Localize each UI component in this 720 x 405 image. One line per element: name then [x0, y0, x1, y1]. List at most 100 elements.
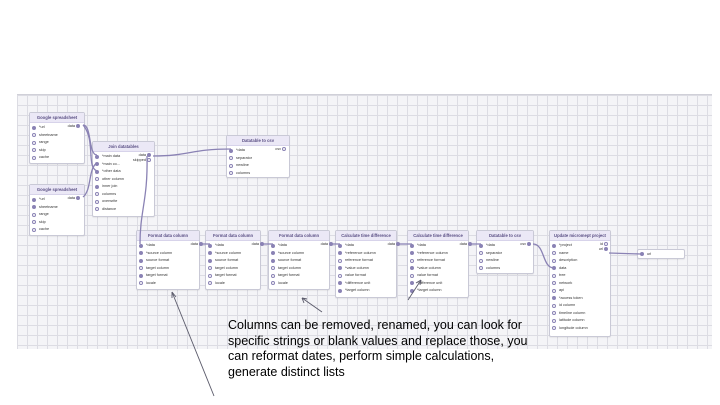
input-port-dot[interactable]	[32, 148, 36, 153]
input-port-row[interactable]: data	[550, 265, 610, 273]
input-port-dot[interactable]	[32, 220, 36, 225]
input-port-row[interactable]: *data	[477, 242, 533, 250]
input-port-dot[interactable]	[552, 266, 556, 271]
input-port-dot[interactable]	[271, 281, 275, 286]
input-port-dot[interactable]	[32, 125, 36, 130]
input-port-row[interactable]: sheetname	[30, 204, 84, 212]
input-port-row[interactable]: newline	[227, 162, 289, 170]
input-port-dot[interactable]	[139, 273, 143, 278]
input-port-row[interactable]: target column	[269, 265, 329, 273]
input-port-dot[interactable]	[32, 155, 36, 160]
input-port-dot[interactable]	[208, 243, 212, 248]
input-port-row[interactable]: *data	[137, 242, 199, 250]
input-port-dot[interactable]	[338, 273, 342, 278]
input-port-row[interactable]: distance	[93, 206, 154, 214]
input-port-dot[interactable]	[338, 258, 342, 263]
input-port-dot[interactable]	[271, 273, 275, 278]
input-port-row[interactable]: *url	[30, 196, 84, 204]
node-google-spreadsheet-2[interactable]: Google spreadsheet data *url sheetname ran…	[29, 184, 85, 236]
input-port-dot[interactable]	[271, 251, 275, 256]
node-format-data-column-3[interactable]: Format data column data *data *source col…	[268, 230, 333, 290]
input-port-row[interactable]: *source column	[269, 250, 329, 258]
input-port-row[interactable]: latitude column	[550, 317, 610, 325]
input-port-row[interactable]: *source column	[206, 250, 260, 258]
input-port-dot[interactable]	[139, 258, 143, 263]
input-port-dot[interactable]	[338, 243, 342, 248]
input-port-dot[interactable]	[32, 205, 36, 210]
input-port-dot[interactable]	[338, 251, 342, 256]
input-port-row[interactable]: *main co...	[93, 161, 154, 169]
node-datatable-to-csv-1[interactable]: Datatable to csv csv *data separator newli…	[226, 135, 290, 178]
input-port-dot[interactable]	[552, 326, 556, 331]
input-port-dot[interactable]	[552, 296, 556, 301]
node-update-project[interactable]: Update micromept project id url *project…	[549, 230, 611, 337]
input-port-row[interactable]: target format	[137, 272, 199, 280]
input-port-dot[interactable]	[208, 266, 212, 271]
input-port-row[interactable]: *target column	[408, 287, 468, 295]
input-port-row[interactable]: locale	[206, 280, 260, 288]
input-port-row[interactable]: inner join	[93, 183, 154, 191]
input-port-dot[interactable]	[139, 243, 143, 248]
input-port-row[interactable]: range	[30, 211, 84, 219]
input-port-row[interactable]: *url	[30, 124, 84, 132]
input-port-dot[interactable]	[95, 169, 99, 174]
input-port-dot[interactable]	[208, 281, 212, 286]
input-port-row[interactable]: value format	[408, 272, 468, 280]
input-port-dot[interactable]	[552, 318, 556, 323]
input-port-dot[interactable]	[32, 227, 36, 232]
input-port-row[interactable]: locale	[269, 280, 329, 288]
input-port-row[interactable]: *difference unit	[408, 280, 468, 288]
input-port-dot[interactable]	[552, 281, 556, 286]
input-port-dot[interactable]	[338, 281, 342, 286]
input-port-dot[interactable]	[410, 266, 414, 271]
input-port-dot[interactable]	[338, 288, 342, 293]
input-port-row[interactable]: source format	[269, 257, 329, 265]
input-port-row[interactable]: value format	[336, 272, 396, 280]
node-calculate-time-difference-2[interactable]: Calculate time difference data *data *ref…	[407, 230, 472, 298]
input-port-row[interactable]: *data	[336, 242, 396, 250]
input-port-row[interactable]: columns	[93, 191, 154, 199]
input-port-dot[interactable]	[552, 288, 556, 293]
input-port-dot[interactable]	[95, 177, 99, 182]
input-port-row[interactable]: sheetname	[30, 132, 84, 140]
input-port-dot[interactable]	[479, 251, 483, 256]
input-port-row[interactable]: skip	[30, 147, 84, 155]
input-port-dot[interactable]	[208, 251, 212, 256]
input-port-row[interactable]: cache	[30, 226, 84, 234]
input-port-dot[interactable]	[95, 192, 99, 197]
input-port-row[interactable]: *data	[269, 242, 329, 250]
input-port-dot[interactable]	[479, 258, 483, 263]
input-port-dot[interactable]	[271, 266, 275, 271]
input-port-dot[interactable]	[32, 133, 36, 138]
input-port-dot[interactable]	[271, 258, 275, 263]
input-port-row[interactable]: skip	[30, 219, 84, 227]
input-port-row[interactable]: source format	[137, 257, 199, 265]
input-port-dot[interactable]	[32, 212, 36, 217]
input-port-row[interactable]: *source column	[137, 250, 199, 258]
input-port-dot[interactable]	[410, 243, 414, 248]
input-port-dot[interactable]	[208, 258, 212, 263]
node-format-data-column-2[interactable]: Format data column data *data *source col…	[205, 230, 264, 290]
input-port-dot[interactable]	[229, 156, 233, 161]
input-port-row[interactable]: id column	[550, 302, 610, 310]
input-port-dot[interactable]	[32, 197, 36, 202]
input-port-row[interactable]: *access token	[550, 295, 610, 303]
input-port-row[interactable]: range	[30, 139, 84, 147]
input-port-row[interactable]: overwrite	[93, 198, 154, 206]
input-port-dot[interactable]	[208, 273, 212, 278]
input-port-row[interactable]: *reference column	[408, 250, 468, 258]
input-port-row[interactable]: reference format	[408, 257, 468, 265]
input-port-row[interactable]: columns	[227, 170, 289, 178]
input-port-row[interactable]: source format	[206, 257, 260, 265]
input-port-row[interactable]: *data	[227, 147, 289, 155]
input-port-dot[interactable]	[139, 266, 143, 271]
input-port-row[interactable]: columns	[477, 265, 533, 273]
input-port-dot[interactable]	[410, 251, 414, 256]
input-port-row[interactable]: *reference column	[336, 250, 396, 258]
input-port-row[interactable]: *target column	[336, 287, 396, 295]
input-port-row[interactable]: target column	[206, 265, 260, 273]
input-port-row[interactable]: separator	[477, 250, 533, 258]
input-port-dot[interactable]	[95, 162, 99, 167]
input-port-row[interactable]: name	[550, 250, 610, 258]
input-port-row[interactable]: newline	[477, 257, 533, 265]
